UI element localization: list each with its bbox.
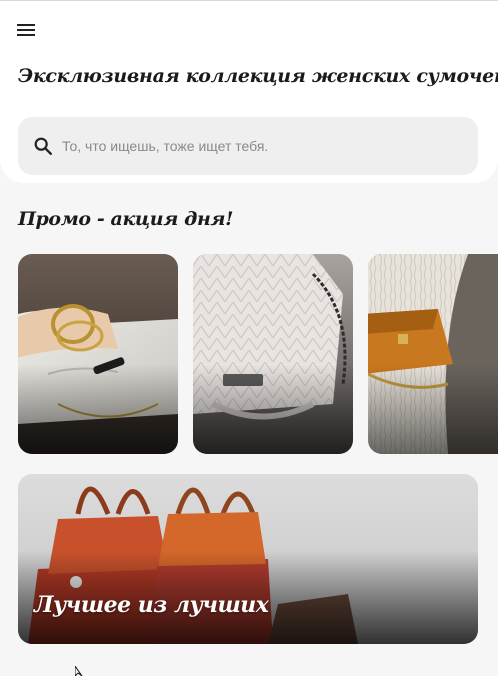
promo-card-1[interactable]	[18, 254, 178, 454]
featured-banner[interactable]: Лучшее из лучших	[18, 474, 478, 644]
search-bar[interactable]	[18, 117, 478, 175]
promo-card-3[interactable]	[368, 254, 498, 454]
promo-image-quilted-bag	[193, 254, 353, 454]
featured-title: Лучшее из лучших	[34, 592, 269, 618]
promo-image-white-clutch	[18, 254, 178, 454]
search-icon	[34, 137, 52, 155]
promo-image-orange-bag	[368, 254, 498, 454]
promo-carousel[interactable]	[18, 254, 498, 454]
search-input[interactable]	[62, 117, 462, 175]
mouse-cursor-icon	[75, 666, 83, 676]
promo-section-title: Промо - акция дня!	[18, 208, 234, 230]
page-title: Эксклюзивная коллекция женских сумочек	[18, 65, 498, 87]
featured-image-tote-bags	[18, 474, 478, 644]
hamburger-menu-icon[interactable]	[14, 19, 38, 41]
header-panel: Эксклюзивная коллекция женских сумочек	[0, 1, 498, 183]
promo-card-2[interactable]	[193, 254, 353, 454]
